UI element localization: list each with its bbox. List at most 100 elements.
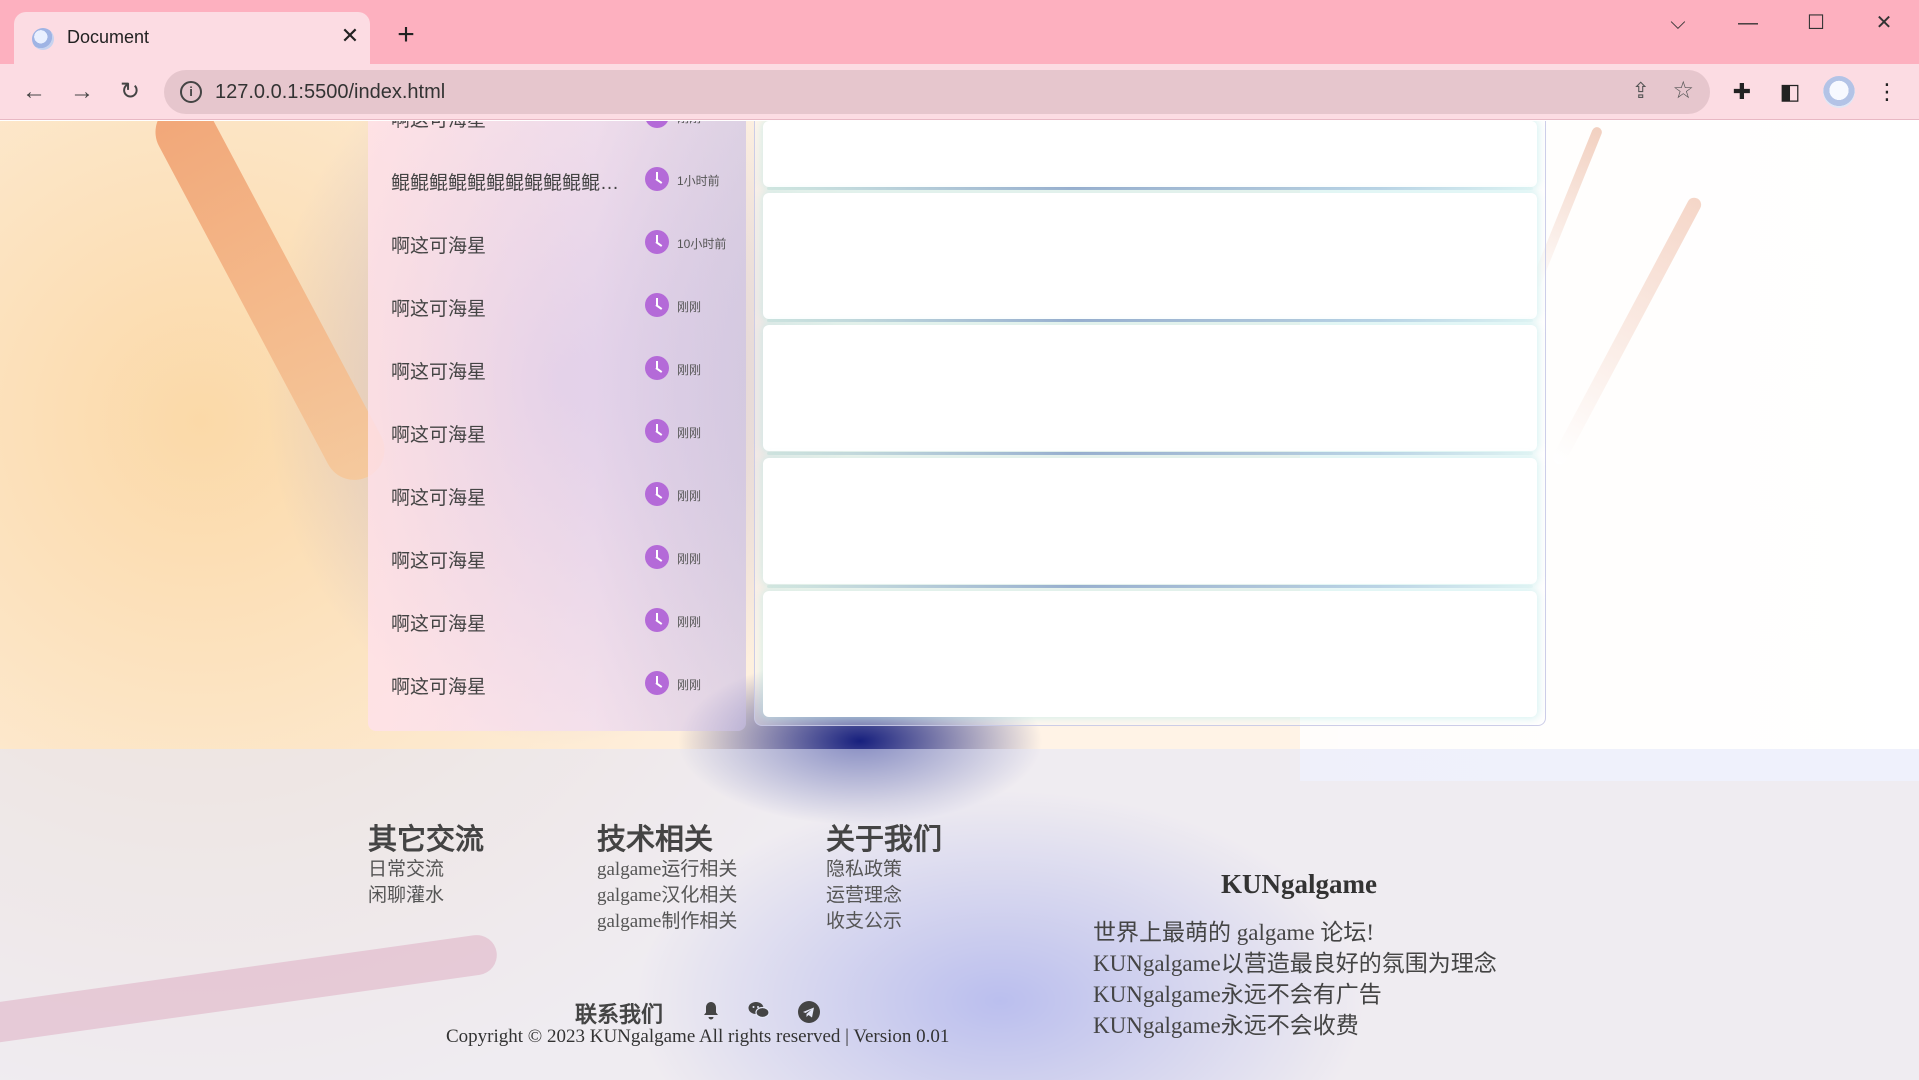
copyright-text: Copyright © 2023 KUNgalgame All rights r… [446,1026,950,1047]
topic-title[interactable]: 啊这可海星 [391,609,631,636]
tab-title: Document [67,27,150,47]
footer-column-tech: 技术相关 galgame运行相关 galgame汉化相关 galgame制作相关 [597,823,737,935]
clock-icon [645,671,669,695]
topic-item[interactable]: 鲲鲲鲲鲲鲲鲲鲲鲲鲲鲲鲲鲲鲲鲲鲲鲲鲲鲲鲲鲲 1小时前 [368,151,746,211]
card-divider [767,187,1533,190]
clock-icon [645,419,669,443]
new-tab-icon[interactable]: + [390,20,422,52]
browser-tab[interactable]: Document ✕ [14,12,370,64]
bookmark-star-icon[interactable]: ☆ [1672,76,1694,105]
topic-title[interactable]: 啊这可海星 [391,420,631,447]
topic-time: 1小时前 [677,174,720,188]
topic-item[interactable]: 啊这可海星 刚刚 [368,403,746,463]
slogan-line: KUNgalgame以营造最良好的氛围为理念 [1093,951,1497,976]
footer-heading: 技术相关 [597,824,714,856]
browser-toolbar: ← → ↻ i 127.0.0.1:5500/index.html ⇪ ☆ ✚ … [0,64,1919,120]
footer-link[interactable]: galgame制作相关 [597,909,737,935]
topic-card[interactable] [763,325,1537,451]
topic-title[interactable]: 鲲鲲鲲鲲鲲鲲鲲鲲鲲鲲鲲鲲鲲鲲鲲鲲鲲鲲鲲鲲 [391,168,631,195]
profile-avatar[interactable] [1823,76,1855,108]
topic-card[interactable] [763,458,1537,584]
card-divider [767,319,1533,322]
slogan-line: 世界上最萌的 galgame 论坛! [1093,920,1375,945]
topic-title[interactable]: 啊这可海星 [391,231,631,258]
close-window-icon[interactable]: ✕ [1860,8,1908,38]
topic-item[interactable]: 啊这可海星 刚刚 [368,655,746,715]
clock-icon [645,482,669,506]
topic-title[interactable]: 啊这可海星 [391,672,631,699]
topic-card[interactable] [763,591,1537,717]
slogan-line: KUNgalgame永远不会有广告 [1093,982,1382,1007]
topic-item[interactable]: 啊这可海星 刚刚 [368,277,746,337]
footer-link[interactable]: galgame汉化相关 [597,883,737,909]
menu-kebab-icon[interactable]: ⋮ [1871,76,1903,108]
side-panel-icon[interactable]: ◧ [1774,76,1806,108]
topic-card-panel [754,121,1546,726]
tab-favicon-icon [32,28,54,50]
card-divider [767,452,1533,455]
tab-close-icon[interactable]: ✕ [336,22,364,50]
minimize-icon[interactable]: — [1724,8,1772,38]
extensions-puzzle-icon[interactable]: ✚ [1726,76,1758,108]
topic-item[interactable]: 啊这可海星 10小时前 [368,214,746,274]
page-viewport: 啊这可海星 刚刚 鲲鲲鲲鲲鲲鲲鲲鲲鲲鲲鲲鲲鲲鲲鲲鲲鲲鲲鲲鲲 1小时前 啊这可海星… [0,121,1919,1080]
maximize-icon[interactable]: ☐ [1792,8,1840,38]
topic-item[interactable]: 啊这可海星 刚刚 [368,340,746,400]
topic-item[interactable]: 啊这可海星 刚刚 [368,121,746,148]
footer-link[interactable]: 闲聊灌水 [368,883,484,909]
footer-link[interactable]: 运营理念 [826,883,942,909]
topic-time: 刚刚 [677,552,702,566]
card-divider [767,585,1533,588]
clock-icon [645,167,669,191]
clock-icon [645,608,669,632]
reload-icon[interactable]: ↻ [112,74,148,110]
footer-link[interactable]: 收支公示 [826,909,942,935]
bell-icon[interactable] [700,1001,722,1023]
footer: 其它交流 日常交流 闲聊灌水 技术相关 galgame运行相关 galgame汉… [0,749,1919,1080]
telegram-icon[interactable] [798,1001,820,1023]
footer-link[interactable]: 日常交流 [368,857,484,883]
footer-column-other: 其它交流 日常交流 闲聊灌水 [368,823,484,909]
footer-slogans: 世界上最萌的 galgame 论坛! KUNgalgame以营造最良好的氛围为理… [1093,917,1497,1041]
address-bar[interactable]: i 127.0.0.1:5500/index.html ⇪ ☆ [164,70,1710,114]
footer-heading: 其它交流 [368,824,485,856]
footer-column-about: 关于我们 隐私政策 运营理念 收支公示 [826,823,942,935]
back-icon[interactable]: ← [16,74,52,110]
topic-time: 刚刚 [677,678,702,692]
topic-title[interactable]: 啊这可海星 [391,483,631,510]
topic-time: 10小时前 [677,237,727,251]
topic-time: 刚刚 [677,300,702,314]
footer-brand: KUNgalgame [1221,869,1377,899]
tab-search-chevron-icon[interactable]: ⌵ [1654,8,1702,38]
wechat-icon[interactable] [748,1001,770,1023]
topic-time: 刚刚 [677,615,702,629]
topic-card[interactable] [763,193,1537,319]
clock-icon [645,230,669,254]
clock-icon [645,545,669,569]
topic-title[interactable]: 啊这可海星 [391,121,631,132]
contact-us-label: 联系我们 [575,1002,664,1027]
topic-time: 刚刚 [677,121,701,126]
footer-heading: 关于我们 [826,824,943,856]
site-info-icon[interactable]: i [180,81,202,103]
clock-icon [645,293,669,317]
topic-item[interactable]: 啊这可海星 刚刚 [368,592,746,652]
url-text[interactable]: 127.0.0.1:5500/index.html [215,81,445,104]
browser-titlebar: Document ✕ + ⌵ — ☐ ✕ [0,0,1919,64]
topic-item[interactable]: 啊这可海星 刚刚 [368,529,746,589]
footer-link[interactable]: 隐私政策 [826,857,942,883]
topic-title[interactable]: 啊这可海星 [391,294,631,321]
footer-link[interactable]: galgame运行相关 [597,857,737,883]
clock-icon [645,356,669,380]
topic-title[interactable]: 啊这可海星 [391,546,631,573]
forward-icon[interactable]: → [64,74,100,110]
topic-time: 刚刚 [677,489,702,503]
topic-item[interactable]: 啊这可海星 刚刚 [368,466,746,526]
slogan-line: KUNgalgame永远不会收费 [1093,1013,1359,1038]
background-art [144,121,396,491]
topic-title[interactable]: 啊这可海星 [391,357,631,384]
topic-time: 刚刚 [677,363,702,377]
topic-card[interactable] [763,121,1537,187]
clock-icon [645,121,669,128]
share-icon[interactable]: ⇪ [1632,78,1650,104]
